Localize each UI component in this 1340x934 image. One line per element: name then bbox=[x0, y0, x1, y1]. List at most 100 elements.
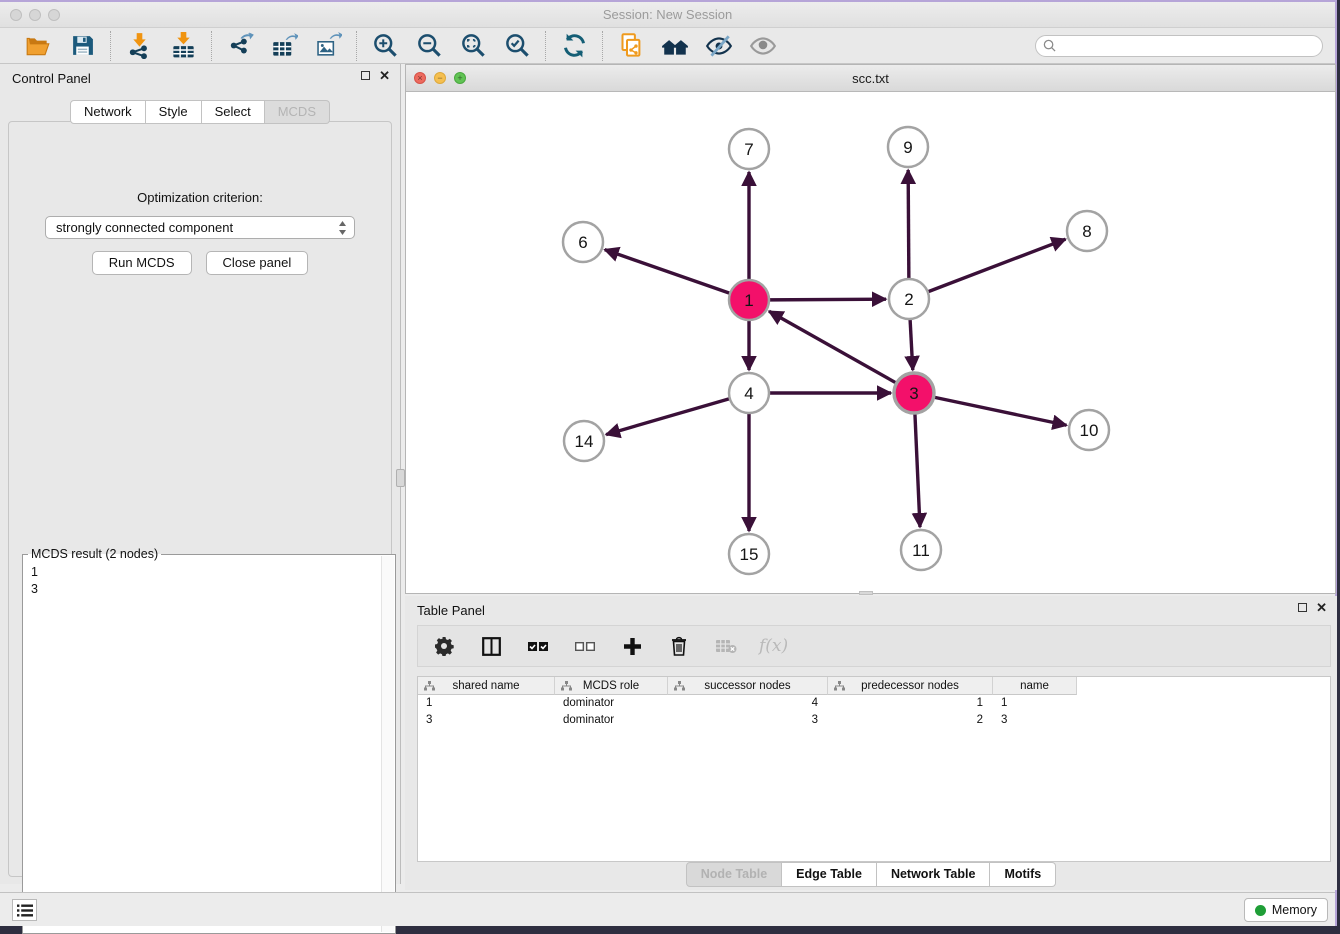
table-cell: 4 bbox=[668, 695, 828, 712]
column-header-shared-name[interactable]: shared name bbox=[418, 677, 555, 695]
control-panel-tabs: NetworkStyleSelectMCDS bbox=[0, 100, 400, 124]
unselect-all-icon[interactable] bbox=[571, 632, 599, 660]
mcds-tab-content: Optimization criterion: strongly connect… bbox=[8, 121, 392, 877]
close-table-panel-icon[interactable]: ✕ bbox=[1316, 602, 1327, 613]
trash-icon[interactable] bbox=[665, 632, 693, 660]
open-session-icon[interactable] bbox=[24, 32, 52, 60]
memory-label: Memory bbox=[1272, 903, 1317, 917]
memory-button[interactable]: Memory bbox=[1244, 898, 1328, 922]
import-table-icon[interactable] bbox=[169, 32, 197, 60]
table-cell: 1 bbox=[418, 695, 555, 712]
tab-style[interactable]: Style bbox=[146, 100, 202, 124]
select-stepper-icon bbox=[338, 220, 347, 236]
edge-3-10[interactable] bbox=[934, 397, 1067, 425]
node-table[interactable]: shared nameMCDS rolesuccessor nodesprede… bbox=[417, 676, 1331, 862]
float-panel-icon[interactable] bbox=[361, 71, 370, 80]
close-panel-button[interactable]: Close panel bbox=[206, 251, 309, 275]
zoom-in-icon[interactable] bbox=[371, 32, 399, 60]
close-panel-icon[interactable]: ✕ bbox=[379, 70, 390, 81]
table-cell: 3 bbox=[993, 712, 1077, 729]
edge-1-2[interactable] bbox=[769, 299, 886, 300]
gear-icon[interactable] bbox=[430, 632, 458, 660]
tab-network[interactable]: Network bbox=[70, 100, 146, 124]
edge-1-6[interactable] bbox=[605, 250, 730, 294]
hierarchy-icon bbox=[424, 681, 435, 691]
node-label-8: 8 bbox=[1082, 222, 1091, 241]
tab-edge-table[interactable]: Edge Table bbox=[782, 862, 877, 887]
table-cell: 1 bbox=[993, 695, 1077, 712]
node-label-6: 6 bbox=[578, 233, 587, 252]
tab-node-table[interactable]: Node Table bbox=[686, 862, 782, 887]
add-icon[interactable] bbox=[618, 632, 646, 660]
node-label-11: 11 bbox=[912, 541, 930, 560]
window-title: Session: New Session bbox=[0, 7, 1335, 22]
export-network-icon[interactable] bbox=[226, 32, 254, 60]
mcds-result-title: MCDS result (2 nodes) bbox=[28, 547, 161, 561]
column-header-successor-nodes[interactable]: successor nodes bbox=[668, 677, 828, 695]
clone-network-icon[interactable] bbox=[617, 32, 645, 60]
tab-mcds[interactable]: MCDS bbox=[265, 100, 330, 124]
table-row[interactable]: 3dominator323 bbox=[418, 712, 1330, 729]
horizontal-splitter-handle[interactable] bbox=[859, 591, 873, 595]
node-label-15: 15 bbox=[740, 545, 759, 564]
tab-select[interactable]: Select bbox=[202, 100, 265, 124]
search-input[interactable] bbox=[1061, 39, 1322, 53]
node-label-7: 7 bbox=[744, 140, 753, 159]
hide-selected-icon[interactable] bbox=[705, 32, 733, 60]
search-field[interactable] bbox=[1035, 35, 1323, 57]
edge-4-14[interactable] bbox=[606, 399, 730, 435]
node-label-1: 1 bbox=[744, 291, 753, 310]
table-header-row: shared nameMCDS rolesuccessor nodesprede… bbox=[418, 677, 1330, 695]
table-tabs: Node TableEdge TableNetwork TableMotifs bbox=[405, 862, 1337, 887]
edge-2-8[interactable] bbox=[928, 239, 1066, 292]
network-view-frame: × − + scc.txt 1234678910111415 bbox=[405, 64, 1336, 594]
home-icon[interactable] bbox=[661, 32, 689, 60]
status-bar: Memory bbox=[0, 892, 1335, 926]
hierarchy-icon bbox=[561, 681, 572, 691]
column-header-predecessor-nodes[interactable]: predecessor nodes bbox=[828, 677, 993, 695]
column-header-name[interactable]: name bbox=[993, 677, 1077, 695]
mcds-result-box: MCDS result (2 nodes) 13 bbox=[22, 554, 396, 934]
mcds-result-list: 13 bbox=[23, 555, 395, 606]
save-session-icon[interactable] bbox=[68, 32, 96, 60]
search-icon bbox=[1043, 39, 1056, 52]
export-image-icon[interactable] bbox=[314, 32, 342, 60]
task-history-button[interactable] bbox=[12, 899, 37, 921]
result-scrollbar[interactable] bbox=[381, 556, 394, 932]
vertical-splitter-handle[interactable] bbox=[396, 469, 405, 487]
node-label-2: 2 bbox=[904, 290, 913, 309]
zoom-out-icon[interactable] bbox=[415, 32, 443, 60]
columns-icon[interactable] bbox=[477, 632, 505, 660]
edge-2-3[interactable] bbox=[910, 319, 913, 370]
table-cell: 1 bbox=[828, 695, 993, 712]
node-label-14: 14 bbox=[575, 432, 594, 451]
edge-3-1[interactable] bbox=[769, 311, 897, 383]
select-all-icon[interactable] bbox=[524, 632, 552, 660]
optimization-criterion-select[interactable]: strongly connected component bbox=[45, 216, 355, 239]
run-mcds-button[interactable]: Run MCDS bbox=[92, 251, 192, 275]
table-toolbar: f(x) bbox=[417, 625, 1331, 667]
refresh-icon[interactable] bbox=[560, 32, 588, 60]
optimization-criterion-value: strongly connected component bbox=[56, 220, 233, 235]
optimization-criterion-label: Optimization criterion: bbox=[9, 190, 391, 205]
edge-2-9[interactable] bbox=[908, 170, 909, 279]
table-cell: 2 bbox=[828, 712, 993, 729]
table-row[interactable]: 1dominator411 bbox=[418, 695, 1330, 712]
column-header-MCDS-role[interactable]: MCDS role bbox=[555, 677, 668, 695]
function-icon: f(x) bbox=[759, 636, 788, 656]
network-graph[interactable]: 1234678910111415 bbox=[406, 93, 1335, 593]
node-label-4: 4 bbox=[744, 384, 753, 403]
show-all-icon[interactable] bbox=[749, 32, 777, 60]
edge-3-11[interactable] bbox=[915, 413, 920, 527]
zoom-fit-icon[interactable] bbox=[459, 32, 487, 60]
float-table-panel-icon[interactable] bbox=[1298, 603, 1307, 612]
main-toolbar bbox=[0, 28, 1335, 64]
export-table-icon[interactable] bbox=[270, 32, 298, 60]
zoom-selected-icon[interactable] bbox=[503, 32, 531, 60]
control-panel-title: Control Panel bbox=[12, 71, 91, 86]
node-label-10: 10 bbox=[1080, 421, 1099, 440]
tab-network-table[interactable]: Network Table bbox=[877, 862, 991, 887]
network-canvas[interactable]: 1234678910111415 bbox=[406, 93, 1335, 593]
tab-motifs[interactable]: Motifs bbox=[990, 862, 1056, 887]
import-network-icon[interactable] bbox=[125, 32, 153, 60]
